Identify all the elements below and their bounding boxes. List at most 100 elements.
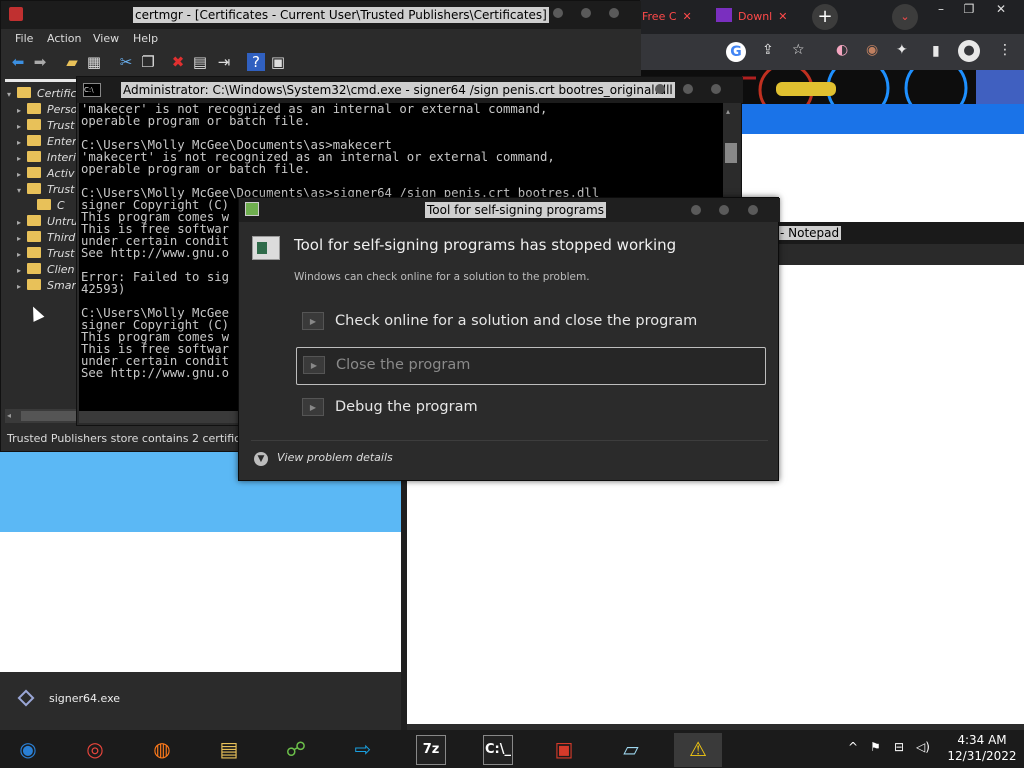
back-arrow-icon[interactable]: ⬅ [9, 53, 27, 71]
share-icon[interactable]: ⇪ [762, 42, 774, 58]
tree-node[interactable]: ▸ Enter [17, 134, 77, 150]
tree-node[interactable]: ▸ Clien [17, 262, 75, 278]
more-menu-icon[interactable]: ⋮ [998, 42, 1012, 58]
avatar-extension-icon[interactable]: ◉ [866, 42, 878, 58]
chrome-tab-1[interactable]: Free C ✕ [642, 4, 706, 30]
check-online-option[interactable]: ▶ Check online for a solution and close … [296, 304, 764, 340]
tree-node[interactable]: ▸ Smar [17, 278, 76, 294]
minimize-button[interactable] [655, 84, 665, 94]
chrome-tab-2[interactable]: Downl ✕ [716, 4, 806, 30]
menu-file[interactable]: File [15, 32, 33, 45]
help-icon[interactable]: ? [247, 53, 265, 71]
tree-node[interactable]: C [27, 198, 65, 214]
menu-help[interactable]: Help [133, 32, 158, 45]
action-center-flag-icon[interactable]: ⚑ [870, 740, 881, 754]
close-button[interactable] [748, 205, 758, 215]
tree-node[interactable]: ▸ Third [17, 230, 75, 246]
taskbar-item-start[interactable]: ◉ [4, 733, 52, 767]
debug-program-option[interactable]: ▶ Debug the program [296, 390, 764, 426]
maximize-button[interactable] [719, 205, 729, 215]
tree-node[interactable]: ▸ Activ [17, 166, 74, 182]
maximize-button[interactable]: ❐ [958, 2, 980, 16]
show-hidden-icons-icon[interactable]: ^ [848, 740, 858, 754]
close-tab-icon[interactable]: ✕ [683, 10, 692, 23]
tree-node[interactable]: ▸ Interi [17, 150, 76, 166]
tree-node[interactable]: ▸ Untru [17, 214, 78, 230]
menu-action[interactable]: Action [47, 32, 81, 45]
tree-node[interactable]: ▸ Trust [17, 118, 74, 134]
close-tab-icon[interactable]: ✕ [778, 10, 787, 23]
delete-icon[interactable]: ✖ [169, 53, 187, 71]
taskbar-item-7zip[interactable]: 7z [406, 733, 454, 767]
cmd-title-bar[interactable]: C:\ Administrator: C:\Windows\System32\c… [77, 77, 743, 103]
cmd-horizontal-scrollbar[interactable] [79, 411, 239, 423]
taskbar-item-notepad[interactable]: ▱ [607, 733, 655, 767]
expand-toggle-icon[interactable]: ▸ [17, 279, 27, 295]
close-button[interactable] [609, 8, 619, 18]
copy-icon[interactable]: ❐ [139, 53, 157, 71]
show-hide-tree-icon[interactable]: ▦ [85, 53, 103, 71]
maximize-button[interactable] [581, 8, 591, 18]
tree-node[interactable]: ▾ Certificat [7, 86, 81, 102]
tree-node[interactable]: ▸ Trust [17, 246, 74, 262]
export-list-icon[interactable]: ⇥ [215, 53, 233, 71]
bookmark-star-icon[interactable]: ☆ [792, 42, 805, 58]
certmgr-title-bar[interactable]: certmgr - [Certificates - Current User\T… [1, 1, 641, 29]
maximize-button[interactable] [683, 84, 693, 94]
taskbar-item-cmd[interactable]: C:\_ [473, 733, 521, 767]
expand-toggle-icon[interactable]: ▸ [17, 247, 27, 263]
tree-node[interactable]: ▾ Trust [17, 182, 74, 198]
properties-icon[interactable]: ▤ [191, 53, 209, 71]
expand-toggle-icon[interactable]: ▸ [17, 263, 27, 279]
taskbar-item-firefox[interactable]: ◍ [138, 733, 186, 767]
taskbar-item-file-explorer[interactable]: ▤ [205, 733, 253, 767]
menu-view[interactable]: View [93, 32, 119, 45]
close-program-option[interactable]: ▶ Close the program [296, 347, 766, 385]
taskbar-item-toolbox[interactable]: ▣ [540, 733, 588, 767]
close-button[interactable]: ✕ [990, 2, 1012, 16]
network-icon[interactable]: ⊟ [894, 740, 904, 754]
folder-icon [27, 247, 41, 258]
error-dialog[interactable]: Tool for self-signing programs Tool for … [238, 197, 780, 481]
expand-toggle-icon[interactable]: ▸ [17, 135, 27, 151]
expand-toggle-icon[interactable]: ▸ [17, 167, 27, 183]
view-problem-details-link[interactable]: View problem details [277, 451, 393, 464]
cut-icon[interactable]: ✂ [117, 53, 135, 71]
side-panel-icon[interactable]: ▮ [932, 43, 940, 59]
clock[interactable]: 4:34 AM 12/31/2022 [944, 732, 1020, 766]
taskbar-item-certmgr[interactable]: ⚠ [674, 733, 722, 767]
taskbar-item-network-people[interactable]: ☍ [272, 733, 320, 767]
up-folder-icon[interactable]: ▰ [63, 53, 81, 71]
tree-node[interactable]: ▸ Perso [17, 102, 77, 118]
new-tab-button[interactable]: + [812, 4, 838, 30]
expand-toggle-icon[interactable]: ▸ [17, 215, 27, 231]
taskbar-item-signout[interactable]: ⇨ [339, 733, 387, 767]
forward-arrow-icon[interactable]: ➡ [31, 53, 49, 71]
desktop-app-label[interactable]: signer64.exe [49, 692, 120, 705]
google-icon[interactable]: G [726, 42, 746, 62]
scroll-up-icon[interactable]: ▴ [726, 107, 736, 117]
expand-toggle-icon[interactable]: ▸ [17, 119, 27, 135]
volume-icon[interactable]: ◁) [916, 740, 930, 754]
expand-toggle-icon[interactable]: ▾ [7, 87, 17, 103]
minimize-button[interactable]: – [930, 2, 952, 16]
scroll-left-icon[interactable]: ◂ [7, 411, 17, 421]
chevron-down-icon[interactable]: ▼ [254, 452, 268, 466]
scroll-thumb[interactable] [725, 143, 737, 163]
extensions-puzzle-icon[interactable]: ✦ [896, 42, 908, 58]
minimize-button[interactable] [553, 8, 563, 18]
dialog-title-bar[interactable]: Tool for self-signing programs [239, 198, 780, 222]
expand-toggle-icon[interactable]: ▸ [17, 231, 27, 247]
tree-node-label: C [57, 199, 65, 212]
close-button[interactable] [711, 84, 721, 94]
certificate-tree[interactable]: ▾ Certificat ▸ Perso ▸ Trust ▸ Enter ▸ Interi ▸ Act… [5, 79, 81, 409]
profile-avatar-icon[interactable]: ● [958, 40, 980, 62]
expand-toggle-icon[interactable]: ▾ [17, 183, 27, 199]
minimize-button[interactable] [691, 205, 701, 215]
expand-toggle-icon[interactable]: ▸ [17, 151, 27, 167]
action-pane-icon[interactable]: ▣ [269, 53, 287, 71]
extension-icon[interactable]: ◐ [836, 42, 848, 58]
tab-search-chevron-icon[interactable]: ⌄ [892, 4, 918, 30]
expand-toggle-icon[interactable]: ▸ [17, 103, 27, 119]
taskbar-item-chrome[interactable]: ◎ [71, 733, 119, 767]
